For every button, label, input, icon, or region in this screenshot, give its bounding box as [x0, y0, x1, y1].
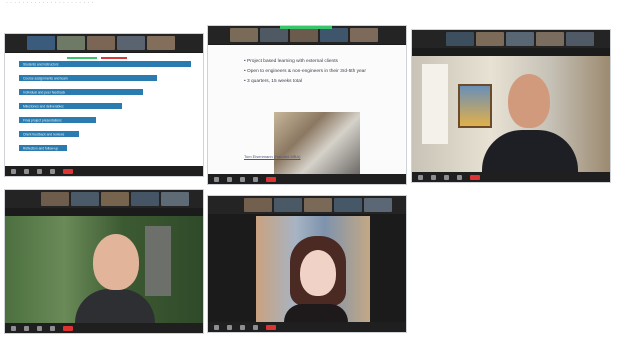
poll-chart: Students and instructors Course assignmen…: [5, 53, 203, 166]
video-icon[interactable]: [431, 174, 436, 180]
active-speaker-indicator: [280, 26, 332, 29]
meeting-controls: [5, 323, 203, 333]
video-icon[interactable]: [227, 324, 232, 330]
participant-thumbnail[interactable]: [506, 32, 534, 46]
participant-thumbnail[interactable]: [27, 36, 55, 50]
participant-thumbnail[interactable]: [230, 28, 258, 42]
participant-thumbnail[interactable]: [101, 192, 129, 206]
video-tile-poll[interactable]: Students and instructors Course assignmen…: [5, 34, 203, 176]
meeting-controls: [5, 166, 203, 176]
slide-footer[interactable]: Tom Eisenmann (Harvard MBA): [244, 154, 300, 159]
participant-thumbnail[interactable]: [117, 36, 145, 50]
lantern: [145, 226, 171, 296]
participant-thumbnail-strip[interactable]: [208, 196, 406, 214]
mute-icon[interactable]: [214, 176, 219, 182]
speaker-video: [412, 56, 610, 172]
slide-bullet: • 3 quarters, 15 weeks total: [244, 79, 302, 84]
poll-bar-label: Individual and peer feedback: [23, 91, 66, 95]
record-icon[interactable]: [457, 174, 462, 180]
video-icon[interactable]: [24, 325, 29, 331]
participant-thumbnail[interactable]: [161, 192, 189, 206]
slide-bullet: • Open to engineers & non-engineers in t…: [244, 69, 366, 74]
participant-thumbnail-strip[interactable]: [5, 190, 203, 208]
participant-thumbnail[interactable]: [364, 198, 392, 212]
participant-thumbnail-strip[interactable]: [5, 34, 203, 52]
video-icon[interactable]: [227, 176, 232, 182]
video-tile-participant-2[interactable]: [208, 196, 406, 332]
participant-thumbnail[interactable]: [334, 198, 362, 212]
participant-thumbnail[interactable]: [320, 28, 348, 42]
mute-icon[interactable]: [11, 168, 16, 174]
shared-slide: • Project based learning with external c…: [208, 45, 406, 174]
chat-icon[interactable]: [37, 325, 42, 331]
participant-thumbnail[interactable]: [536, 32, 564, 46]
end-call-icon[interactable]: [266, 324, 276, 330]
chat-icon[interactable]: [50, 168, 55, 174]
poll-bar-label: Reflection and follow-up: [23, 147, 58, 151]
slide-bullet: • Project based learning with external c…: [244, 59, 338, 64]
doorway: [422, 64, 448, 144]
participant-thumbnail[interactable]: [274, 198, 302, 212]
participant-thumbnail[interactable]: [41, 192, 69, 206]
poll-bar-label: Client feedback and reviews: [23, 133, 65, 137]
participant-thumbnail[interactable]: [260, 28, 288, 42]
participant-video: [256, 216, 370, 322]
participant-thumbnail[interactable]: [476, 32, 504, 46]
participant-thumbnail[interactable]: [350, 28, 378, 42]
wall-painting: [458, 84, 492, 128]
participant-thumbnail[interactable]: [71, 192, 99, 206]
participants-icon[interactable]: [444, 174, 449, 180]
participants-icon[interactable]: [240, 324, 245, 330]
poll-accent-green: [67, 57, 97, 59]
video-tile-speaker[interactable]: [412, 30, 610, 182]
video-icon[interactable]: [24, 168, 29, 174]
mute-icon[interactable]: [418, 174, 423, 180]
participant-torso: [284, 304, 348, 322]
poll-bar-label: Final project presentations: [23, 119, 62, 123]
poll-accent-red: [101, 57, 127, 59]
poll-bars: Students and instructors Course assignmen…: [19, 57, 191, 151]
participant-face: [300, 250, 336, 296]
share-icon[interactable]: [240, 176, 245, 182]
video-tile-participant-1[interactable]: [5, 190, 203, 333]
participant-thumbnail[interactable]: [566, 32, 594, 46]
poll-bar-label: Course assignments and team: [23, 77, 68, 81]
participants-icon[interactable]: [37, 168, 42, 174]
mute-icon[interactable]: [214, 324, 219, 330]
video-tile-slide[interactable]: • Project based learning with external c…: [208, 26, 406, 184]
poll-bar-label: Students and instructors: [23, 63, 59, 67]
end-call-icon[interactable]: [63, 168, 73, 174]
participant-thumbnail[interactable]: [131, 192, 159, 206]
poll-bar-label: Milestones and deliverables: [23, 105, 64, 109]
participant-face: [93, 234, 139, 290]
share-icon[interactable]: [253, 324, 258, 330]
participant-torso: [75, 289, 155, 323]
header-text: · · · · · · · · · · · · · · · · · · · · …: [6, 0, 94, 6]
participant-thumbnail[interactable]: [304, 198, 332, 212]
meeting-controls: [412, 172, 610, 182]
reactions-icon[interactable]: [50, 325, 55, 331]
chat-icon[interactable]: [253, 176, 258, 182]
participant-thumbnail-strip[interactable]: [412, 30, 610, 48]
end-call-icon[interactable]: [470, 174, 480, 180]
participant-thumbnail[interactable]: [147, 36, 175, 50]
participant-thumbnail[interactable]: [57, 36, 85, 50]
mute-icon[interactable]: [11, 325, 16, 331]
participant-thumbnail[interactable]: [446, 32, 474, 46]
participant-video: [5, 216, 203, 323]
speaker-face: [508, 74, 550, 128]
participant-thumbnail[interactable]: [87, 36, 115, 50]
classroom-photo: [274, 112, 360, 174]
speaker-torso: [482, 130, 578, 172]
end-call-icon[interactable]: [266, 176, 276, 182]
meeting-controls: [208, 322, 406, 332]
end-call-icon[interactable]: [63, 325, 73, 331]
participant-thumbnail[interactable]: [244, 198, 272, 212]
meeting-controls: [208, 174, 406, 184]
participant-thumbnail[interactable]: [290, 28, 318, 42]
